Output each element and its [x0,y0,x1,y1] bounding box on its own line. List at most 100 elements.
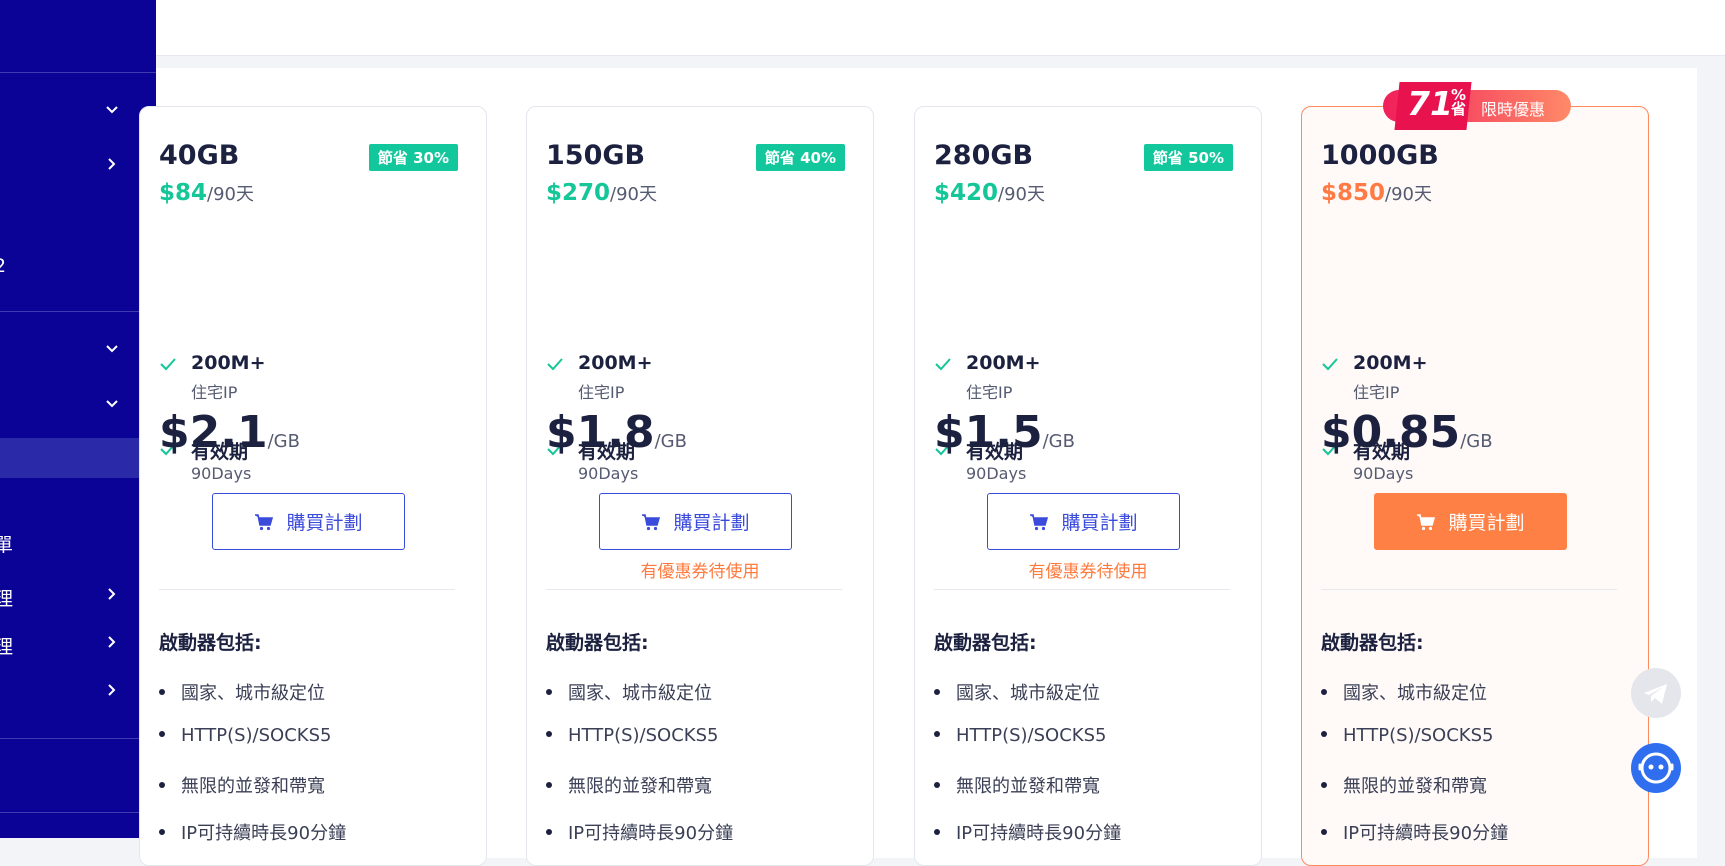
feature-sub: 90Days [578,464,639,483]
save-badge: 節省 30% [368,144,458,171]
price-period: /90天 [207,184,254,205]
coupon-notice[interactable]: 有優惠券待使用 [527,557,873,582]
buy-plan-button[interactable]: 購買計劃 [1374,493,1567,550]
include-item: 無限的並發和帶寬 [546,772,712,798]
per-gb-unit: /GB [1460,431,1493,452]
promo-symbol: % 省 [1451,86,1467,118]
sidebar: 2 單 理 理 [0,0,156,838]
sidebar-divider [0,311,156,312]
check-icon [160,358,176,371]
plan-size: 1000GB [1321,140,1439,171]
include-item: 無限的並發和帶寬 [159,772,325,798]
sidebar-item-active[interactable] [0,438,156,478]
feature-title: 200M+ [966,352,1041,374]
check-icon [935,358,951,371]
sidebar-item[interactable] [0,329,156,369]
plan-card: 150GB 節省 40% $270/90天 200M+ 住宅IP 有效期 90D… [526,106,874,866]
chevron-right-icon [108,684,116,696]
sidebar-item[interactable]: 理 [0,574,156,614]
feature-sub: 住宅IP [191,383,238,402]
sidebar-item[interactable]: 理 [0,622,156,662]
telegram-icon [1644,684,1667,704]
includes-title: 啟動器包括: [159,632,262,654]
sidebar-item-label: 2 [0,255,7,277]
include-item: IP可持續時長90分鐘 [159,819,346,845]
feature-title: 200M+ [1353,352,1428,374]
divider [546,589,842,590]
chevron-down-icon [106,106,118,114]
price-per-gb: $1.5/GB [934,407,1075,458]
plan-price: $270/90天 [546,180,657,206]
feature-sub: 90Days [966,464,1027,483]
feature-title: 200M+ [578,352,653,374]
plan-card: 280GB 節省 50% $420/90天 200M+ 住宅IP 有效期 90D… [914,106,1262,866]
buy-label: 購買計劃 [1061,512,1138,534]
price-amount: $270 [546,180,611,206]
limited-offer-badge: 71 % 省 限時優惠 [1383,82,1571,132]
sidebar-item[interactable] [0,670,156,710]
include-item: 國家、城市級定位 [159,679,325,705]
plan-price: $420/90天 [934,180,1045,206]
chevron-right-icon [108,158,116,170]
per-gb-unit: /GB [654,431,687,452]
plan-size: 40GB [159,140,240,171]
include-item: 無限的並發和帶寬 [1321,772,1487,798]
include-item: HTTP(S)/SOCKS5 [159,725,331,746]
include-item: 國家、城市級定位 [1321,679,1487,705]
divider [934,589,1230,590]
feature-sub: 住宅IP [578,383,625,402]
include-item: IP可持續時長90分鐘 [546,819,733,845]
includes-title: 啟動器包括: [1321,632,1424,654]
buy-plan-button[interactable]: 購買計劃 [987,493,1180,550]
support-chat-button[interactable] [1631,743,1681,793]
sidebar-item[interactable] [0,384,156,424]
sidebar-divider [0,738,156,739]
price-amount: $84 [159,180,208,206]
save-badge: 節省 40% [755,144,845,171]
coupon-notice[interactable]: 有優惠券待使用 [915,557,1261,582]
buy-label: 購買計劃 [673,512,750,534]
include-item: 國家、城市級定位 [934,679,1100,705]
check-icon [1322,358,1338,371]
includes-title: 啟動器包括: [546,632,649,654]
include-item: 國家、城市級定位 [546,679,712,705]
cart-icon [642,513,661,530]
sidebar-item-label: 單 [0,534,14,556]
sidebar-item-label: 理 [0,588,14,610]
sidebar-divider [0,72,156,73]
buy-plan-button[interactable]: 購買計劃 [599,493,792,550]
sidebar-item[interactable] [0,90,156,130]
feature-title: 200M+ [191,352,266,374]
per-gb-amount: $1.5 [934,407,1043,458]
telegram-button[interactable] [1631,668,1681,718]
plan-card: 40GB 節省 30% $84/90天 200M+ 住宅IP 有效期 90Day… [139,106,487,866]
sidebar-item[interactable]: 2 [0,245,156,285]
plan-card-featured: 1000GB $850/90天 200M+ 住宅IP 有效期 90Days $0… [1301,106,1649,866]
promo-text: 限時優惠 [1481,100,1546,119]
sidebar-item-label: 理 [0,636,14,658]
include-item: IP可持續時長90分鐘 [934,819,1121,845]
feature-sub: 90Days [191,464,252,483]
chevron-down-icon [106,400,118,408]
promo-number: 71 [1407,84,1453,123]
sidebar-item[interactable] [0,144,156,184]
buy-plan-button[interactable]: 購買計劃 [212,493,405,550]
cart-icon [1417,513,1436,530]
top-header-bar [0,0,1725,56]
include-item: IP可持續時長90分鐘 [1321,819,1508,845]
per-gb-amount: $2.1 [159,407,268,458]
price-period: /90天 [998,184,1045,205]
sidebar-item[interactable]: 單 [0,520,156,560]
buy-label: 購買計劃 [1448,512,1525,534]
divider [1321,589,1617,590]
price-per-gb: $1.8/GB [546,407,687,458]
plan-price: $850/90天 [1321,180,1432,206]
per-gb-unit: /GB [1042,431,1075,452]
support-chat-icon [1638,752,1674,784]
chevron-right-icon [108,588,116,600]
price-period: /90天 [610,184,657,205]
per-gb-amount: $0.85 [1321,407,1461,458]
include-item: HTTP(S)/SOCKS5 [546,725,718,746]
price-per-gb: $2.1/GB [159,407,300,458]
per-gb-amount: $1.8 [546,407,655,458]
